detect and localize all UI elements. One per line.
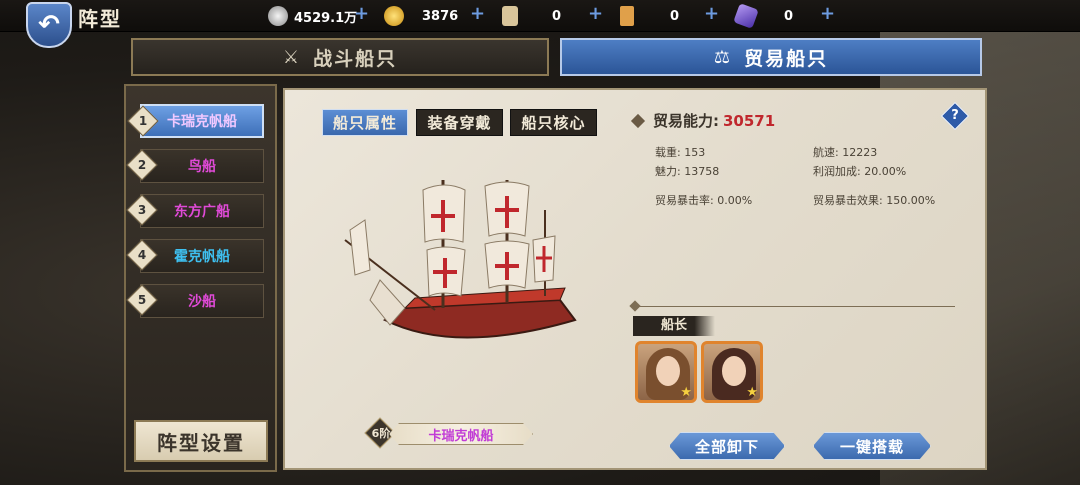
scroll-value: 0 (552, 8, 562, 24)
tab-battle-label: 战斗船只 (313, 47, 398, 70)
diamond-bullet-icon (630, 113, 646, 128)
unload-all-button[interactable]: 全部卸下 (669, 432, 785, 460)
gold-value: 3876 (422, 8, 459, 24)
captain-slot-2[interactable]: ★ (701, 341, 763, 403)
gem-icon (733, 3, 759, 29)
help-button[interactable]: ? (940, 101, 970, 131)
captain-portrait-face (722, 356, 746, 386)
tab-trade-ships[interactable]: ⚖ 贸易船只 (560, 38, 982, 76)
trade-power-label: 贸易能力: (653, 112, 719, 130)
scroll-resource: 0 + (502, 3, 603, 27)
stat-crit-effect: 贸易暴击效果: 150.00% (813, 194, 936, 207)
gem-resource: 0 + (733, 3, 835, 29)
tab-battle-ships[interactable]: ⚔ 战斗船只 (131, 38, 549, 76)
tab-trade-label: 贸易船只 (744, 47, 829, 70)
scales-icon: ⚖ (713, 46, 733, 68)
question-icon: ? (951, 108, 959, 123)
add-scroll-button[interactable]: + (588, 3, 603, 24)
gold-coin-icon (384, 6, 404, 26)
back-button[interactable]: ↶ (26, 2, 72, 48)
stat-crit-rate: 贸易暴击率: 0.00% (655, 194, 753, 207)
stat-load: 载重: 153 (655, 146, 706, 159)
captain-label: 船长 (633, 316, 715, 336)
scroll-icon (502, 6, 518, 26)
ship-item-4[interactable]: 4 霍克帆船 (126, 239, 264, 273)
stat-charm: 魅力: 13758 (655, 165, 720, 178)
card-resource: 0 + (620, 3, 719, 27)
ship-item-label: 卡瑞克帆船 (167, 114, 237, 130)
ship-item-1[interactable]: 1 卡瑞克帆船 (127, 104, 264, 138)
add-silver-button[interactable]: + (354, 3, 369, 24)
add-gem-button[interactable]: + (820, 3, 835, 24)
auto-load-button[interactable]: 一键搭载 (813, 432, 931, 460)
formation-settings-button[interactable]: 阵型设置 (134, 420, 268, 462)
ship-item-label: 东方广船 (174, 204, 230, 220)
stat-speed: 航速: 12223 (813, 146, 878, 159)
ship-item-label: 霍克帆船 (174, 249, 230, 265)
ship-item-5[interactable]: 5 沙船 (126, 284, 264, 318)
subtab-ship-core[interactable]: 船只核心 (510, 109, 597, 136)
auto-load-label: 一键搭载 (839, 437, 904, 456)
ship-item-3[interactable]: 3 东方广船 (126, 194, 264, 228)
ship-detail-panel: 船只属性 装备穿戴 船只核心 贸易能力: 30571 ? 载重: 153 航速:… (283, 88, 987, 470)
subtab-ship-attributes[interactable]: 船只属性 (322, 109, 408, 136)
crossed-swords-icon: ⚔ (282, 46, 302, 68)
ship-number-badge: 4 (126, 239, 158, 271)
add-card-button[interactable]: + (704, 3, 719, 24)
ship-item-label: 鸟船 (188, 159, 216, 175)
ship-name-plate: 卡瑞克帆船 (389, 423, 533, 445)
add-gold-button[interactable]: + (470, 3, 485, 24)
ship-number-badge: 5 (126, 284, 158, 316)
trade-power-value: 30571 (723, 111, 776, 130)
ship-name: 卡瑞克帆船 (428, 428, 494, 444)
silver-resource: 4529.1万 + (268, 3, 369, 27)
subtab-label: 装备穿戴 (427, 114, 492, 132)
stat-profit: 利润加成: 20.00% (813, 165, 907, 178)
card-value: 0 (670, 8, 680, 24)
ship-number-badge: 2 (126, 149, 158, 181)
gem-value: 0 (784, 8, 794, 24)
ship-number-badge: 3 (126, 194, 158, 226)
page-title: 阵型 (78, 7, 122, 31)
ship-illustration (344, 180, 577, 339)
silver-value: 4529.1万 (294, 10, 358, 26)
trade-power: 贸易能力: 30571 (630, 110, 776, 131)
ship-item-label: 沙船 (188, 294, 216, 310)
star-icon: ★ (680, 385, 692, 400)
gold-resource: 3876 + (384, 3, 485, 27)
card-icon (620, 6, 634, 26)
ship-item-2[interactable]: 2 鸟船 (126, 149, 264, 183)
formation-settings-label: 阵型设置 (157, 430, 245, 455)
captain-portrait-face (656, 356, 680, 386)
ship-number-badge: 1 (127, 105, 159, 137)
star-icon: ★ (746, 385, 758, 400)
ship-list-sidebar: 1 卡瑞克帆船 2 鸟船 3 东方广船 4 霍克帆船 5 沙船 阵型设置 (124, 84, 277, 472)
ship-rank: 6阶 (371, 427, 391, 440)
unload-all-label: 全部卸下 (694, 437, 759, 456)
subtab-label: 船只核心 (521, 114, 586, 132)
subtab-label: 船只属性 (332, 114, 397, 132)
divider (637, 306, 955, 307)
silver-coin-icon (268, 6, 288, 26)
captain-slot-1[interactable]: ★ (635, 341, 697, 403)
back-arrow-icon: ↶ (38, 10, 60, 40)
subtab-equipment[interactable]: 装备穿戴 (416, 109, 503, 136)
